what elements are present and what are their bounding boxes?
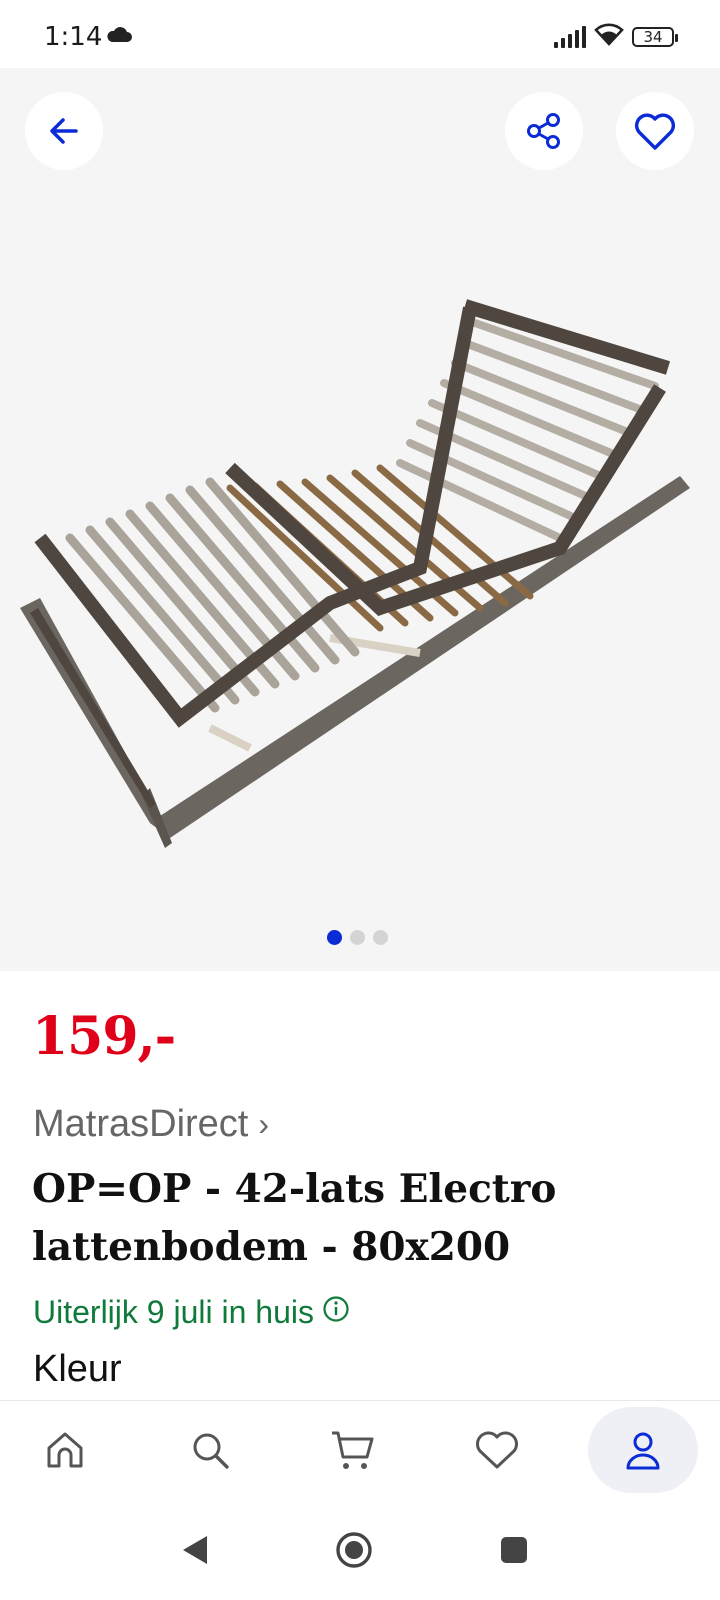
system-recents-button[interactable] — [492, 1528, 536, 1572]
cloud-icon — [106, 27, 132, 48]
seller-name: MatrasDirect — [33, 1103, 249, 1145]
color-label: Kleur — [33, 1348, 122, 1390]
system-navigation-bar — [0, 1498, 720, 1600]
product-image-gallery[interactable] — [0, 68, 720, 971]
nav-account[interactable] — [588, 1407, 698, 1493]
product-image — [20, 299, 690, 848]
signal-icon — [554, 25, 586, 48]
gallery-pagination — [327, 930, 388, 945]
info-icon[interactable] — [322, 1294, 350, 1331]
cart-icon — [332, 1431, 374, 1469]
heart-icon — [635, 113, 675, 150]
nav-cart[interactable] — [298, 1401, 408, 1499]
battery-icon: 34 — [632, 26, 678, 47]
share-button[interactable] — [505, 92, 583, 170]
status-time: 1:14 — [44, 22, 103, 52]
chevron-right-icon: › — [258, 1106, 270, 1142]
heart-icon — [476, 1431, 518, 1469]
account-icon — [626, 1432, 660, 1470]
share-icon — [527, 113, 560, 149]
bottom-navigation — [0, 1400, 720, 1499]
pagination-dot[interactable] — [327, 930, 342, 945]
seller-link[interactable]: MatrasDirect › — [33, 1103, 269, 1146]
home-circle-icon — [336, 1532, 372, 1568]
nav-favorites[interactable] — [442, 1401, 552, 1499]
system-home-button[interactable] — [332, 1528, 376, 1572]
product-title: OP=OP - 42-lats Electro lattenbodem - 80… — [32, 1166, 557, 1270]
pagination-dot[interactable] — [373, 930, 388, 945]
wifi-icon — [594, 22, 624, 51]
system-back-button[interactable] — [172, 1528, 216, 1572]
nav-home[interactable] — [10, 1401, 120, 1499]
square-recents-icon — [501, 1537, 527, 1563]
back-button[interactable] — [25, 92, 103, 170]
pagination-dot[interactable] — [350, 930, 365, 945]
back-arrow-icon — [50, 118, 78, 144]
favorite-button[interactable] — [616, 92, 694, 170]
delivery-text: Uiterlijk 9 juli in huis — [33, 1294, 314, 1330]
nav-search[interactable] — [155, 1401, 265, 1499]
status-bar: 1:14 34 — [0, 0, 720, 68]
home-icon — [47, 1432, 83, 1468]
delivery-info: Uiterlijk 9 juli in huis — [33, 1294, 350, 1331]
triangle-back-icon — [183, 1536, 207, 1564]
search-icon — [193, 1433, 229, 1469]
product-price: 159,- — [32, 1006, 176, 1067]
status-icons: 34 — [554, 22, 678, 51]
battery-level: 34 — [643, 27, 663, 46]
